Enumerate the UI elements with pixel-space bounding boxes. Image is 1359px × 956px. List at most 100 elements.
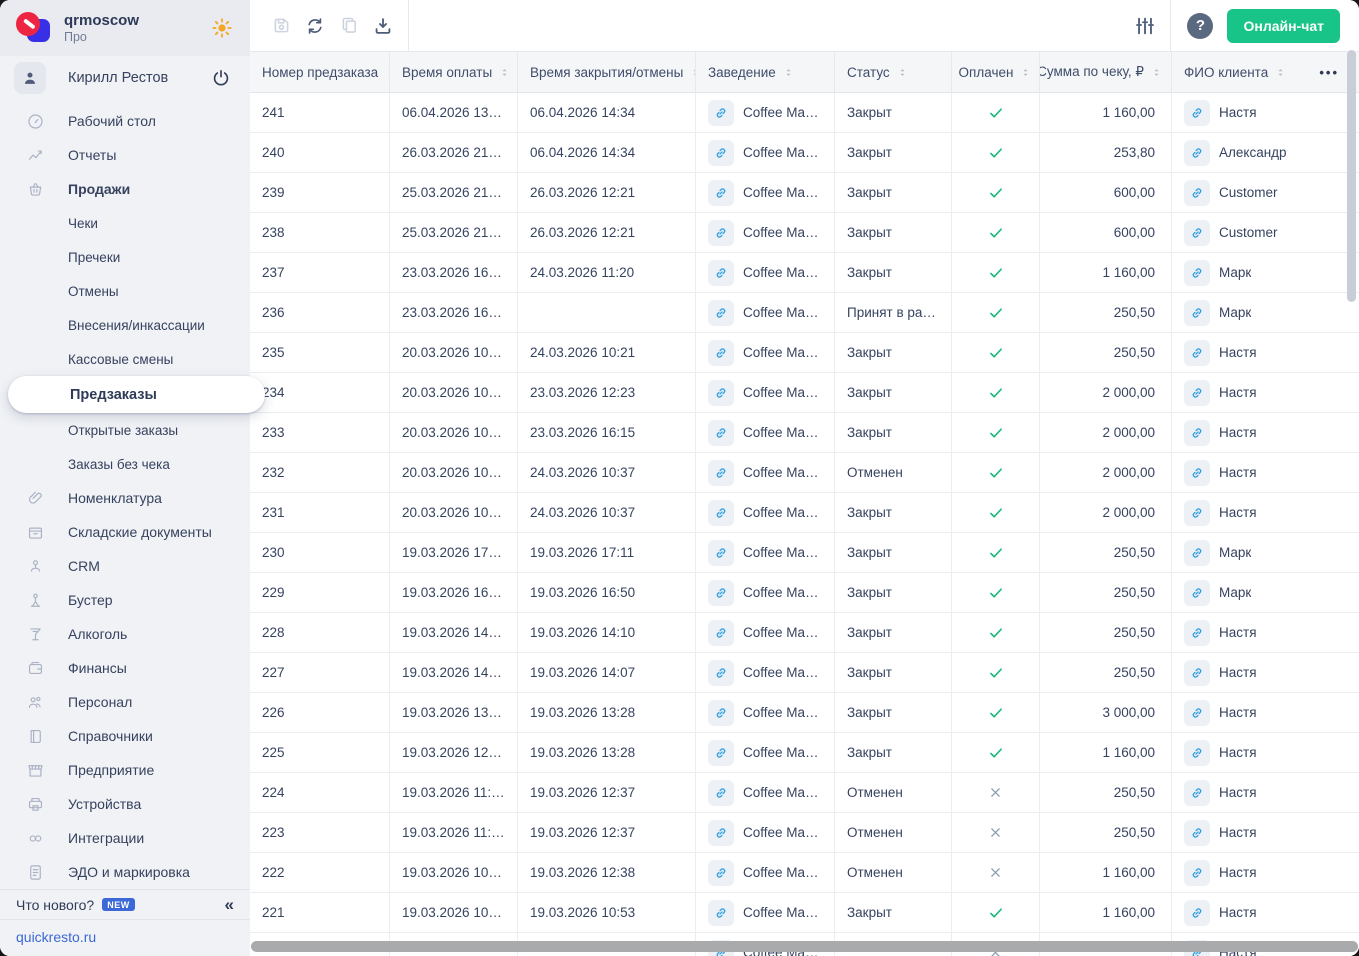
sort-icon[interactable] bbox=[1274, 66, 1287, 79]
table-row[interactable]: 233 20.03.2026 10:14 23.03.2026 16:15 Coffe… bbox=[250, 413, 1359, 453]
sidebar-item-devices[interactable]: Устройства bbox=[0, 787, 250, 821]
client-link-icon[interactable] bbox=[1184, 339, 1210, 366]
client-link-icon[interactable] bbox=[1184, 579, 1210, 606]
sidebar-item-reports[interactable]: Отчеты bbox=[0, 138, 250, 172]
whats-new-link[interactable]: Что нового? bbox=[16, 897, 94, 913]
help-button[interactable]: ? bbox=[1187, 12, 1214, 39]
sort-icon[interactable] bbox=[782, 66, 795, 79]
table-row[interactable]: 238 25.03.2026 21:26 26.03.2026 12:21 Coffe… bbox=[250, 213, 1359, 253]
client-link-icon[interactable] bbox=[1184, 259, 1210, 286]
table-row[interactable]: 241 06.04.2026 13:40 06.04.2026 14:34 Coffe… bbox=[250, 93, 1359, 133]
venue-link-icon[interactable] bbox=[708, 579, 734, 606]
client-link-icon[interactable] bbox=[1184, 779, 1210, 806]
table-row[interactable]: 231 20.03.2026 10:08 24.03.2026 10:37 Coffe… bbox=[250, 493, 1359, 533]
table-row[interactable]: 239 25.03.2026 21:27 26.03.2026 12:21 Coffe… bbox=[250, 173, 1359, 213]
venue-link-icon[interactable] bbox=[708, 619, 734, 646]
sidebar-item-finance[interactable]: Финансы bbox=[0, 651, 250, 685]
venue-link-icon[interactable] bbox=[708, 419, 734, 446]
user-row[interactable]: Кирилл Рестов bbox=[0, 56, 250, 100]
venue-link-icon[interactable] bbox=[708, 819, 734, 846]
client-link-icon[interactable] bbox=[1184, 859, 1210, 886]
vertical-scrollbar-thumb[interactable] bbox=[1347, 50, 1356, 302]
download-button[interactable] bbox=[366, 9, 400, 43]
venue-link-icon[interactable] bbox=[708, 179, 734, 206]
sort-icon[interactable] bbox=[498, 66, 511, 79]
table-row[interactable]: 224 19.03.2026 11:59 19.03.2026 12:37 Coffe… bbox=[250, 773, 1359, 813]
venue-link-icon[interactable] bbox=[708, 899, 734, 926]
column-header-venue[interactable]: Заведение bbox=[696, 52, 835, 92]
venue-link-icon[interactable] bbox=[708, 779, 734, 806]
brightness-sun-icon[interactable] bbox=[210, 16, 234, 40]
table-row[interactable]: 234 20.03.2026 10:17 23.03.2026 12:23 Coffe… bbox=[250, 373, 1359, 413]
column-header-paid_time[interactable]: Время оплаты bbox=[390, 52, 518, 92]
sidebar-item-integrations[interactable]: Интеграции bbox=[0, 821, 250, 855]
copy-button[interactable] bbox=[332, 9, 366, 43]
column-header-status[interactable]: Статус bbox=[835, 52, 952, 92]
sort-icon[interactable] bbox=[1019, 66, 1032, 79]
client-link-icon[interactable] bbox=[1184, 99, 1210, 126]
table-row[interactable]: 240 26.03.2026 21:30 06.04.2026 14:34 Coffe… bbox=[250, 133, 1359, 173]
sort-icon[interactable] bbox=[896, 66, 909, 79]
sidebar-item-cash-ops[interactable]: Внесения/инкассации bbox=[0, 308, 250, 342]
venue-link-icon[interactable] bbox=[708, 339, 734, 366]
collapse-sidebar-icon[interactable]: « bbox=[225, 895, 234, 915]
sidebar-item-prereceipts[interactable]: Пречеки bbox=[0, 240, 250, 274]
table-row[interactable]: 228 19.03.2026 14:10 19.03.2026 14:10 Coffe… bbox=[250, 613, 1359, 653]
client-link-icon[interactable] bbox=[1184, 459, 1210, 486]
table-row[interactable]: 223 19.03.2026 11:59 19.03.2026 12:37 Coffe… bbox=[250, 813, 1359, 853]
sidebar-item-enterprise[interactable]: Предприятие bbox=[0, 753, 250, 787]
venue-link-icon[interactable] bbox=[708, 499, 734, 526]
client-link-icon[interactable] bbox=[1184, 219, 1210, 246]
logout-power-icon[interactable] bbox=[210, 67, 232, 89]
column-header-client[interactable]: ФИО клиента ••• bbox=[1172, 52, 1359, 92]
venue-link-icon[interactable] bbox=[708, 299, 734, 326]
venue-link-icon[interactable] bbox=[708, 699, 734, 726]
client-link-icon[interactable] bbox=[1184, 139, 1210, 166]
sort-icon[interactable] bbox=[689, 66, 695, 79]
sidebar-item-booster[interactable]: Бустер bbox=[0, 583, 250, 617]
client-link-icon[interactable] bbox=[1184, 619, 1210, 646]
client-link-icon[interactable] bbox=[1184, 819, 1210, 846]
table-row[interactable]: 235 20.03.2026 10:17 24.03.2026 10:21 Coffe… bbox=[250, 333, 1359, 373]
column-header-paid[interactable]: Оплачен bbox=[952, 52, 1040, 92]
client-link-icon[interactable] bbox=[1184, 379, 1210, 406]
sidebar-item-staff[interactable]: Персонал bbox=[0, 685, 250, 719]
client-link-icon[interactable] bbox=[1184, 419, 1210, 446]
sidebar-item-sales[interactable]: Продажи bbox=[0, 172, 250, 206]
table-row[interactable]: 230 19.03.2026 17:10 19.03.2026 17:11 Coffe… bbox=[250, 533, 1359, 573]
column-header-number[interactable]: Номер предзаказа bbox=[250, 52, 390, 92]
venue-link-icon[interactable] bbox=[708, 219, 734, 246]
sidebar-item-no-receipt[interactable]: Заказы без чека bbox=[0, 447, 250, 481]
save-button[interactable] bbox=[264, 9, 298, 43]
table-row[interactable]: 226 19.03.2026 13:27 19.03.2026 13:28 Coffe… bbox=[250, 693, 1359, 733]
quickresto-site-link[interactable]: quickresto.ru bbox=[16, 929, 96, 945]
client-link-icon[interactable] bbox=[1184, 499, 1210, 526]
refresh-button[interactable] bbox=[298, 9, 332, 43]
client-link-icon[interactable] bbox=[1184, 299, 1210, 326]
venue-link-icon[interactable] bbox=[708, 659, 734, 686]
client-link-icon[interactable] bbox=[1184, 899, 1210, 926]
column-header-closed_time[interactable]: Время закрытия/отмены bbox=[518, 52, 696, 92]
sidebar-item-desktop[interactable]: Рабочий стол bbox=[0, 104, 250, 138]
table-row[interactable]: 222 19.03.2026 10:52 19.03.2026 12:38 Coffe… bbox=[250, 853, 1359, 893]
horizontal-scrollbar-thumb[interactable] bbox=[251, 941, 1358, 952]
column-header-amount[interactable]: Сумма по чеку, ₽ bbox=[1040, 52, 1172, 92]
client-link-icon[interactable] bbox=[1184, 659, 1210, 686]
sidebar-item-directories[interactable]: Справочники bbox=[0, 719, 250, 753]
table-row[interactable]: 232 20.03.2026 10:10 24.03.2026 10:37 Coffe… bbox=[250, 453, 1359, 493]
sidebar-item-open-orders[interactable]: Открытые заказы bbox=[0, 413, 250, 447]
sidebar-item-alcohol[interactable]: Алкоголь bbox=[0, 617, 250, 651]
client-link-icon[interactable] bbox=[1184, 539, 1210, 566]
client-link-icon[interactable] bbox=[1184, 179, 1210, 206]
venue-link-icon[interactable] bbox=[708, 459, 734, 486]
sidebar-item-edo[interactable]: ЭДО и маркировка bbox=[0, 855, 250, 889]
table-row[interactable]: 237 23.03.2026 16:37 24.03.2026 11:20 Coffe… bbox=[250, 253, 1359, 293]
sidebar-item-warehouse[interactable]: Складские документы bbox=[0, 515, 250, 549]
sidebar-item-receipts[interactable]: Чеки bbox=[0, 206, 250, 240]
client-link-icon[interactable] bbox=[1184, 739, 1210, 766]
venue-link-icon[interactable] bbox=[708, 139, 734, 166]
table-row[interactable]: 225 19.03.2026 12:53 19.03.2026 13:28 Coffe… bbox=[250, 733, 1359, 773]
client-link-icon[interactable] bbox=[1184, 699, 1210, 726]
sort-icon[interactable] bbox=[1150, 66, 1163, 79]
sidebar-item-preorders[interactable]: Предзаказы bbox=[8, 376, 265, 413]
